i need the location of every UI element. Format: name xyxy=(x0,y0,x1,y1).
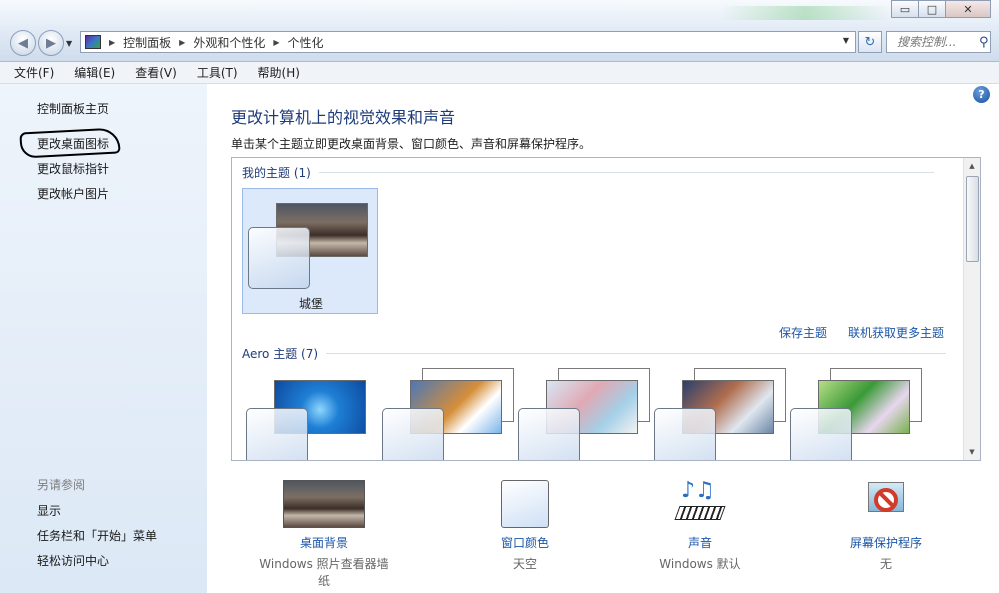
window-controls: ▭ □ ✕ xyxy=(891,0,991,18)
minimize-button[interactable]: ▭ xyxy=(891,0,919,18)
sidebar-change-account-picture[interactable]: 更改帐户图片 xyxy=(37,185,109,202)
forward-button[interactable]: ▶ xyxy=(38,30,64,56)
desktop-background-value: Windows 照片查看器墙纸 xyxy=(259,557,389,588)
title-glow xyxy=(720,6,890,20)
window-color-label[interactable]: 窗口颜色 xyxy=(470,534,580,551)
control-panel-icon xyxy=(85,35,101,49)
close-button[interactable]: ✕ xyxy=(945,0,991,18)
see-also-ease-of-access[interactable]: 轻松访问中心 xyxy=(37,552,109,569)
sidebar-change-mouse-pointer[interactable]: 更改鼠标指针 xyxy=(37,160,109,177)
piano-keys-icon xyxy=(674,506,726,520)
menu-view[interactable]: 查看(V) xyxy=(131,62,181,83)
chevron-right-icon[interactable]: ▶ xyxy=(179,38,185,47)
screensaver-label[interactable]: 屏幕保护程序 xyxy=(846,534,926,551)
breadcrumb-control-panel[interactable]: 控制面板 xyxy=(123,34,171,51)
scroll-up-icon[interactable]: ▲ xyxy=(964,158,980,174)
glass-color-swatch xyxy=(382,408,444,460)
recent-pages-dropdown[interactable]: ▼ xyxy=(66,39,72,48)
screensaver-setting[interactable]: 屏幕保护程序 无 xyxy=(846,480,926,572)
theme-tile-selected[interactable]: 城堡 xyxy=(242,188,378,314)
chevron-right-icon[interactable]: ▶ xyxy=(109,38,115,47)
music-notes-icon: ♪♫ xyxy=(681,478,715,503)
see-also-heading: 另请参阅 xyxy=(37,478,86,492)
aero-theme-tile[interactable] xyxy=(378,368,514,460)
maximize-button[interactable]: □ xyxy=(918,0,946,18)
no-sign-icon xyxy=(874,488,898,512)
save-theme-link[interactable]: 保存主题 xyxy=(779,324,827,341)
aero-themes-title: Aero 主题 (7) xyxy=(242,347,319,361)
wallpaper-icon xyxy=(283,480,365,528)
sound-label[interactable]: 声音 xyxy=(650,534,750,551)
glass-color-swatch xyxy=(246,408,308,460)
hand-drawn-circle-annotation xyxy=(19,127,121,159)
screensaver-value: 无 xyxy=(879,557,892,571)
page-description: 单击某个主题立即更改桌面背景、窗口颜色、声音和屏幕保护程序。 xyxy=(231,137,592,151)
breadcrumb-personalization[interactable]: 个性化 xyxy=(288,34,324,51)
aero-themes-header: Aero 主题 (7) xyxy=(242,345,954,362)
get-more-themes-link[interactable]: 联机获取更多主题 xyxy=(848,324,944,341)
sidebar: 控制面板主页 更改桌面图标 更改鼠标指针 更改帐户图片 另请参阅 显示 任务栏和… xyxy=(0,84,207,593)
forward-arrow-icon: ▶ xyxy=(46,35,56,51)
menu-tools[interactable]: 工具(T) xyxy=(193,62,242,83)
scrollbar-thumb[interactable] xyxy=(966,176,979,262)
help-icon[interactable]: ? xyxy=(973,86,990,103)
sidebar-home-link[interactable]: 控制面板主页 xyxy=(37,100,109,117)
theme-list-scrollbar[interactable]: ▲ ▼ xyxy=(963,158,980,460)
menu-help[interactable]: 帮助(H) xyxy=(254,62,304,83)
sound-value: Windows 默认 xyxy=(659,557,741,571)
glass-color-swatch xyxy=(518,408,580,460)
sound-setting[interactable]: ♪♫ 声音 Windows 默认 xyxy=(650,480,750,572)
desktop-background-setting[interactable]: 桌面背景 Windows 照片查看器墙纸 xyxy=(254,480,394,589)
window-color-value: 天空 xyxy=(512,557,537,571)
see-also-display[interactable]: 显示 xyxy=(37,502,61,519)
menu-edit[interactable]: 编辑(E) xyxy=(70,62,119,83)
back-button[interactable]: ◀ xyxy=(10,30,36,56)
glass-color-swatch xyxy=(790,408,852,460)
screensaver-icon xyxy=(864,480,908,528)
desktop-background-label[interactable]: 桌面背景 xyxy=(254,534,394,551)
sound-icon: ♪♫ xyxy=(674,478,726,528)
aero-theme-tile[interactable] xyxy=(650,368,786,460)
aero-theme-tile[interactable] xyxy=(786,368,922,460)
search-input[interactable] xyxy=(897,35,979,49)
search-box[interactable]: ⚲ xyxy=(886,31,991,53)
theme-name: 城堡 xyxy=(298,297,323,311)
see-also-taskbar[interactable]: 任务栏和「开始」菜单 xyxy=(37,527,157,544)
refresh-icon: ↻ xyxy=(864,34,876,50)
glass-color-swatch xyxy=(654,408,716,460)
menu-bar: 文件(F) 编辑(E) 查看(V) 工具(T) 帮助(H) xyxy=(0,62,999,84)
aero-theme-tile[interactable] xyxy=(514,368,650,460)
breadcrumb-appearance[interactable]: 外观和个性化 xyxy=(193,34,265,51)
address-dropdown-icon[interactable]: ▼ xyxy=(843,36,849,45)
my-themes-title: 我的主题 (1) xyxy=(242,166,311,180)
chevron-right-icon[interactable]: ▶ xyxy=(273,38,279,47)
window-color-setting[interactable]: 窗口颜色 天空 xyxy=(470,480,580,572)
scroll-down-icon[interactable]: ▼ xyxy=(964,444,980,460)
address-bar[interactable]: ▶ 控制面板 ▶ 外观和个性化 ▶ 个性化 ▼ xyxy=(80,31,856,53)
menu-file[interactable]: 文件(F) xyxy=(10,62,58,83)
window-chrome: ▭ □ ✕ ◀ ▶ ▼ ▶ 控制面板 ▶ 外观和个性化 ▶ 个性化 ▼ ↻ ⚲ xyxy=(0,0,999,62)
refresh-button[interactable]: ↻ xyxy=(858,31,882,53)
my-themes-header: 我的主题 (1) xyxy=(242,164,954,181)
back-arrow-icon: ◀ xyxy=(18,35,28,51)
theme-list: 我的主题 (1) 城堡 保存主题 联机获取更多主题 Aero 主题 (7) ▲ … xyxy=(231,157,981,461)
window-color-icon xyxy=(501,480,549,528)
aero-theme-tile[interactable] xyxy=(242,368,368,460)
glass-color-swatch xyxy=(248,227,310,289)
search-icon[interactable]: ⚲ xyxy=(979,35,989,50)
page-title: 更改计算机上的视觉效果和声音 xyxy=(231,108,456,127)
